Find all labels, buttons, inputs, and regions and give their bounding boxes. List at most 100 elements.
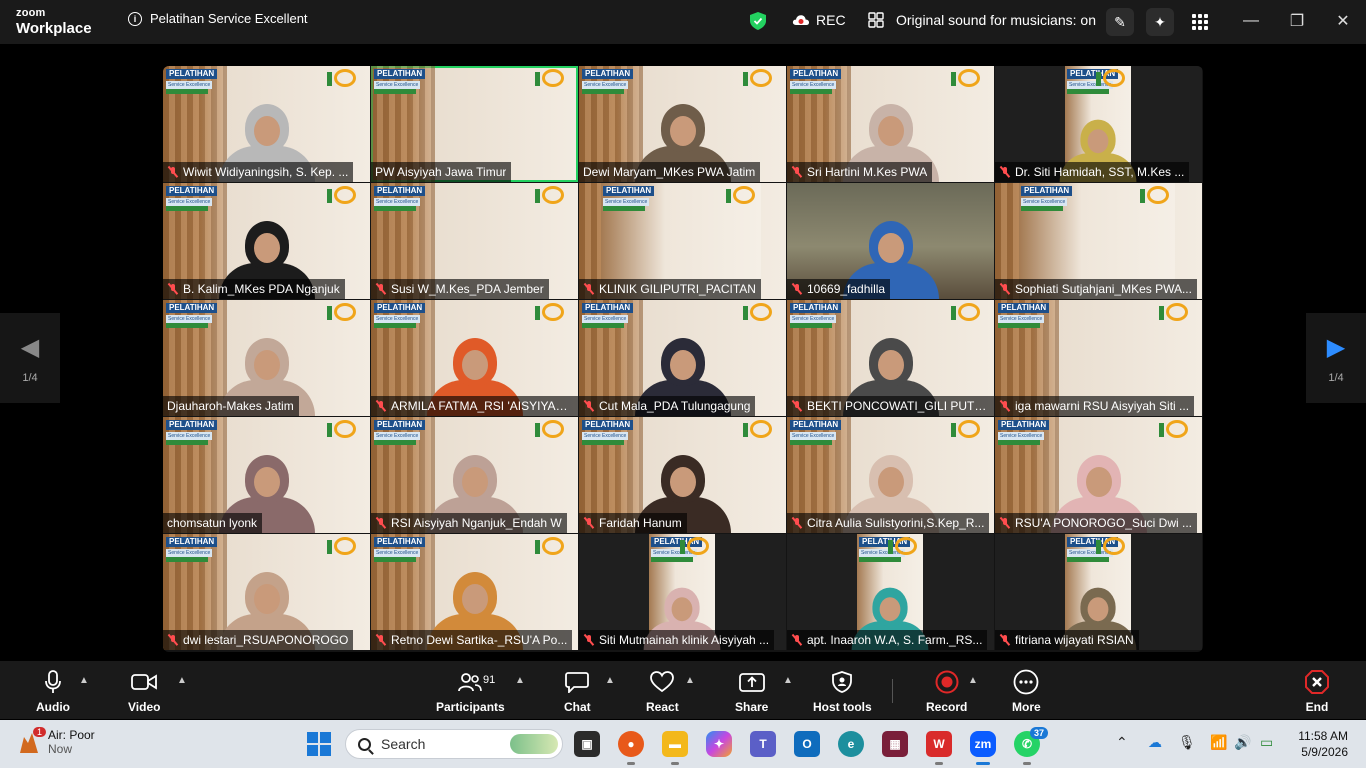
banner-subtitle: Service Excellence [790, 315, 837, 323]
ai-companion-button[interactable]: ✦ [1146, 8, 1174, 36]
restore-icon: ❐ [1289, 13, 1305, 30]
participant-tile[interactable]: PELATIHAN Service Excellence chomsatun lyo… [163, 417, 370, 533]
onedrive-cloud-icon[interactable]: ☁ [1148, 734, 1162, 751]
mic-muted-icon [791, 400, 803, 412]
windows-start-icon[interactable] [307, 732, 331, 756]
wifi-icon[interactable]: 📶 [1210, 734, 1227, 751]
more-button[interactable]: More [1012, 669, 1041, 714]
react-button[interactable]: React [646, 669, 679, 714]
recording-indicator[interactable]: REC [792, 12, 846, 28]
meeting-info[interactable]: i Pelatihan Service Excellent [128, 11, 308, 26]
task-view-icon[interactable]: ▣ [574, 731, 600, 757]
participants-options-caret-icon[interactable]: ▲ [515, 675, 525, 686]
participant-name-bar: dwi lestari_RSUAPONOROGO [163, 630, 354, 650]
banner-subtitle: Service Excellence [374, 81, 421, 89]
participant-tile[interactable]: PELATIHAN Service Excellence B. Kalim_MKes… [163, 183, 370, 299]
pencil-icon: ✎ [1114, 13, 1126, 30]
participant-tile[interactable]: PELATIHAN Service Excellence ARMILA FATMA_… [371, 300, 578, 416]
participant-tile[interactable]: PELATIHAN Service Excellence KLINIK GILIPU… [579, 183, 786, 299]
banner-title: PELATIHAN [374, 69, 426, 80]
whatsapp-icon[interactable]: ✆ 37 [1014, 727, 1048, 765]
participant-name: dwi lestari_RSUAPONOROGO [183, 633, 349, 647]
participant-tile[interactable]: PELATIHAN Service Excellence Susi W_M.Kes_… [371, 183, 578, 299]
react-options-caret-icon[interactable]: ▲ [685, 675, 695, 686]
game-app-icon[interactable]: ▦ [882, 731, 908, 757]
record-options-caret-icon[interactable]: ▲ [968, 675, 978, 686]
copilot-icon[interactable]: ✦ [706, 731, 732, 757]
participant-tile[interactable]: PELATIHAN Service Excellence Cut Mala_PDA … [579, 300, 786, 416]
firefox-icon[interactable]: ● [618, 731, 644, 765]
audio-options-caret-icon[interactable]: ▲ [79, 675, 89, 686]
microphone-tray-icon[interactable]: 🎙 [1178, 734, 1196, 751]
next-page-button[interactable]: ▶ 1/4 [1306, 313, 1366, 403]
anniversary-logo-icon [951, 420, 980, 438]
participant-tile[interactable]: PELATIHAN Service Excellence Retno Dewi Sa… [371, 534, 578, 650]
banner-stripe [166, 206, 208, 211]
participant-tile[interactable]: 10669_fadhilla [787, 183, 994, 299]
participant-tile[interactable]: PELATIHAN Service Excellence dwi lestari_R… [163, 534, 370, 650]
participant-name-bar: fitriana wijayati RSIAN [995, 630, 1139, 650]
banner-subtitle: Service Excellence [166, 549, 213, 557]
volume-icon[interactable]: 🔊 [1234, 734, 1251, 751]
audio-button[interactable]: Audio [36, 669, 70, 714]
apps-button[interactable] [1186, 8, 1214, 36]
host-tools-button[interactable]: Host tools [813, 669, 872, 714]
participant-tile[interactable]: PELATIHAN Service Excellence Dewi Maryam_M… [579, 66, 786, 182]
anniversary-logo-icon [743, 420, 772, 438]
participant-tile[interactable]: PELATIHAN Service Excellence iga mawarni R… [995, 300, 1202, 416]
banner-subtitle: Service Excellence [998, 315, 1045, 323]
participant-tile[interactable]: PELATIHAN Service Excellence Dr. Siti Hami… [995, 66, 1202, 182]
taskbar-search[interactable]: Search [345, 729, 563, 759]
share-options-caret-icon[interactable]: ▲ [783, 675, 793, 686]
participant-name: Sri Hartini M.Kes PWA [807, 165, 928, 179]
teams-icon[interactable]: T [750, 731, 776, 757]
banner-subtitle: Service Excellence [374, 315, 421, 323]
close-button[interactable]: ✕ [1332, 10, 1354, 32]
weather-widget[interactable]: 1 Air: Poor Now [18, 727, 95, 756]
tray-overflow-chevron-icon[interactable]: ⌃ [1116, 734, 1128, 751]
original-sound-status[interactable]: Original sound for musicians: on [868, 12, 1096, 28]
video-button[interactable]: Video [128, 669, 160, 714]
participant-tile[interactable]: PELATIHAN Service Excellence Faridah Hanum [579, 417, 786, 533]
chat-button[interactable]: Chat [564, 669, 591, 714]
outlook-icon[interactable]: O [794, 731, 820, 757]
mic-muted-icon [999, 166, 1011, 178]
taskbar-clock[interactable]: 11:58 AM 5/9/2026 [1298, 728, 1348, 760]
zoom-taskbar-icon[interactable]: zm [970, 731, 996, 765]
participant-tile[interactable]: PELATIHAN Service Excellence RSI Aisyiyah … [371, 417, 578, 533]
share-button[interactable]: Share [735, 669, 768, 714]
edge-icon[interactable]: e [838, 731, 864, 757]
anniversary-logo-icon [1159, 420, 1188, 438]
participant-tile[interactable]: PELATIHAN Service Excellence Sri Hartini M… [787, 66, 994, 182]
participant-tile[interactable]: PELATIHAN Service Excellence RSU'A PONOROG… [995, 417, 1202, 533]
participant-tile[interactable]: PELATIHAN Service Excellence Wiwit Widiyan… [163, 66, 370, 182]
share-screen-icon [738, 669, 765, 695]
file-explorer-icon[interactable]: ▬ [662, 731, 688, 765]
chat-options-caret-icon[interactable]: ▲ [605, 675, 615, 686]
end-meeting-button[interactable]: End [1305, 669, 1329, 714]
battery-icon[interactable]: ▭ [1260, 734, 1273, 751]
more-dots-icon [1013, 669, 1039, 695]
participant-tile[interactable]: PELATIHAN Service Excellence fitriana wija… [995, 534, 1202, 650]
annotate-pencil-button[interactable]: ✎ [1106, 8, 1134, 36]
info-icon[interactable]: i [128, 11, 142, 26]
record-button[interactable]: Record [926, 669, 967, 714]
minimize-button[interactable]: — [1240, 10, 1262, 32]
participant-tile[interactable]: PELATIHAN Service Excellence Siti Mutmaina… [579, 534, 786, 650]
anniversary-logo-icon [535, 69, 564, 87]
encryption-shield-icon[interactable] [750, 12, 766, 30]
video-options-caret-icon[interactable]: ▲ [177, 675, 187, 686]
participant-tile[interactable]: PELATIHAN Service Excellence PW Aisyiyah J… [371, 66, 578, 182]
previous-page-button[interactable]: ◀ 1/4 [0, 313, 60, 403]
restore-button[interactable]: ❐ [1286, 10, 1308, 32]
participant-name-bar: Siti Mutmainah klinik Aisyiyah ... [579, 630, 775, 650]
participant-tile[interactable]: PELATIHAN Service Excellence apt. Inaaroh … [787, 534, 994, 650]
wps-office-icon[interactable]: W [926, 731, 952, 765]
anniversary-logo-icon [1140, 186, 1169, 204]
participant-tile[interactable]: PELATIHAN Service Excellence Citra Aulia S… [787, 417, 994, 533]
banner-title: PELATIHAN [582, 69, 634, 80]
participant-tile[interactable]: PELATIHAN Service Excellence Djauharoh-Mak… [163, 300, 370, 416]
whatsapp-badge: 37 [1029, 727, 1048, 739]
participant-tile[interactable]: PELATIHAN Service Excellence BEKTI PONCOWA… [787, 300, 994, 416]
participant-tile[interactable]: PELATIHAN Service Excellence Sophiati Sutj… [995, 183, 1202, 299]
